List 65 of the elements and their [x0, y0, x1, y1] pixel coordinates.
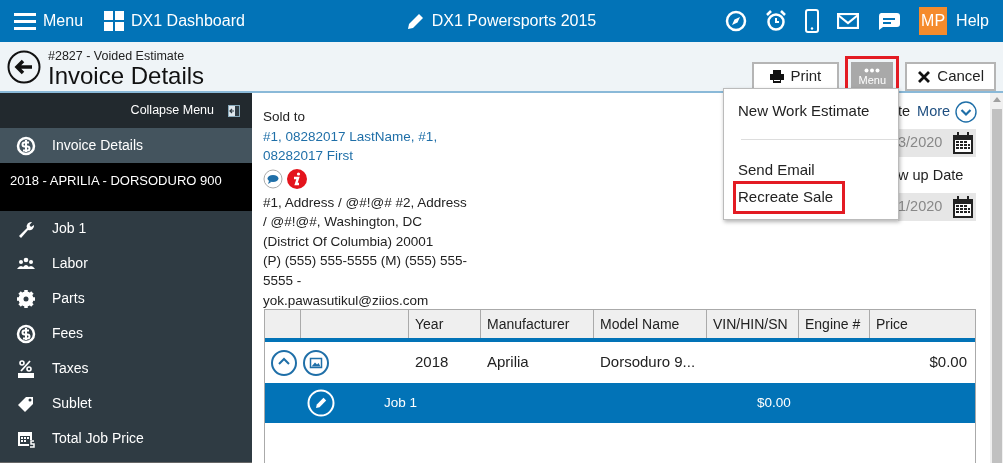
- sidebar-item[interactable]: Job 1: [0, 211, 252, 246]
- printer-icon: [770, 70, 785, 83]
- dollar-icon: [16, 323, 36, 344]
- cancel-button[interactable]: Cancel: [905, 62, 996, 91]
- table-cell-text: $0.00: [928, 352, 968, 373]
- image-icon[interactable]: [303, 349, 329, 376]
- help-link[interactable]: Help: [956, 9, 989, 33]
- section-label: Sold to: [263, 108, 307, 126]
- sidebar-item[interactable]: Total Job Price: [0, 421, 252, 456]
- compass-icon[interactable]: [725, 10, 748, 32]
- info-icon[interactable]: [286, 169, 307, 190]
- page-title: Invoice Details: [48, 62, 205, 89]
- chevron-down-icon[interactable]: [955, 101, 978, 123]
- pencil-icon[interactable]: [307, 389, 335, 417]
- dollar-icon: [16, 135, 36, 156]
- grid-icon: [104, 11, 125, 31]
- field-label: te: [898, 102, 911, 122]
- column-header: Price: [875, 314, 909, 334]
- phone-icon[interactable]: [805, 9, 820, 33]
- dashboard-button[interactable]: DX1 Dashboard: [104, 9, 245, 33]
- column-header: Model Name: [594, 310, 707, 338]
- close-icon: [917, 69, 932, 84]
- collapse-menu-button[interactable]: Collapse Menu: [130, 101, 214, 120]
- table-cell-text: Dorsoduro 9...: [599, 352, 697, 373]
- menu-button[interactable]: Menu: [14, 9, 84, 33]
- calendar-icon[interactable]: [952, 195, 974, 218]
- store-name: DX1 Powersports 2015: [431, 11, 597, 31]
- table-cell-text: Aprilia: [486, 352, 530, 373]
- vehicle-section[interactable]: 2018 - APRILIA - DORSODURO 900: [0, 163, 252, 211]
- address-text: #1, Address / @#!@# #2, Address / @#!@#, Washington, DC (District Of Columbia) 20001: [263, 193, 468, 251]
- pencil-icon: [406, 12, 425, 30]
- table-cell-text: 2018: [414, 352, 450, 373]
- record-subtitle: #2827 - Voided Estimate: [48, 50, 186, 63]
- gear-icon: [16, 288, 36, 309]
- percent-icon: [16, 358, 36, 379]
- column-header: Year: [409, 310, 481, 338]
- sidebar-item[interactable]: Taxes: [0, 351, 252, 386]
- chat-icon[interactable]: [877, 11, 902, 31]
- collapse-icon: [228, 104, 240, 117]
- back-button[interactable]: [7, 49, 41, 84]
- job-row[interactable]: Job 1 $0.00: [265, 383, 975, 423]
- collapse-chevron-icon[interactable]: [271, 349, 297, 376]
- more-link[interactable]: More: [917, 101, 951, 123]
- scrollbar[interactable]: [990, 93, 1003, 463]
- sidebar-item[interactable]: Fees: [0, 316, 252, 351]
- mail-icon[interactable]: [837, 13, 860, 29]
- alarm-clock-icon[interactable]: [765, 10, 788, 32]
- customer-link[interactable]: #1, 08282017 LastName, #1, 08282017 First: [263, 126, 468, 166]
- sidebar-item[interactable]: Labor: [0, 246, 252, 281]
- sidebar-item[interactable]: Sublet: [0, 386, 252, 421]
- menu-item[interactable]: Recreate Sale: [736, 184, 843, 211]
- column-header: Manufacturer: [481, 310, 594, 338]
- menu-item[interactable]: Send Email: [733, 155, 820, 184]
- sidebar-item[interactable]: Invoice Details: [0, 128, 252, 163]
- column-header: Engine #: [799, 310, 870, 338]
- job-price: $0.00: [757, 393, 791, 412]
- menu-icon: [14, 12, 36, 30]
- menu-item[interactable]: New Work Estimate: [733, 97, 875, 126]
- speech-bubble-icon[interactable]: [263, 169, 283, 190]
- calendar-icon[interactable]: [952, 132, 974, 154]
- column-header: VIN/HIN/SN: [707, 310, 799, 338]
- dots-icon: [864, 67, 881, 73]
- job-name: Job 1: [384, 393, 419, 412]
- contact-text: (P) (555) 555-5555 (M) (555) 555-5555 - yok.pawasutikul@ziios.com: [263, 252, 468, 310]
- sidebar-item[interactable]: Parts: [0, 281, 252, 316]
